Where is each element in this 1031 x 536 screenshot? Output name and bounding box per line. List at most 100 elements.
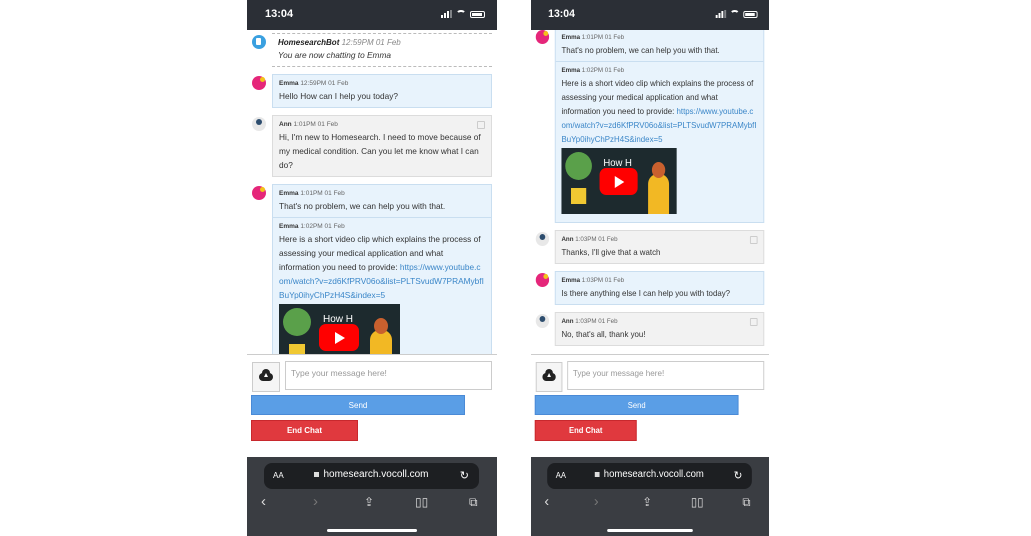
- youtube-play-icon[interactable]: [599, 168, 638, 195]
- message-group: Ann 1:01PM 01 Feb Hi, I'm new to Homesear…: [247, 115, 497, 177]
- tabs-icon[interactable]: ⧉: [742, 495, 750, 510]
- video-thumbnail[interactable]: How H: [279, 304, 400, 354]
- message-text: That's no problem, we can help you with …: [279, 199, 485, 213]
- message-bubble: Emma 1:01PM 01 Feb That's no problem, we …: [272, 184, 492, 354]
- message-text: Here is a short video clip which explain…: [561, 76, 757, 146]
- message-bubble: Emma 12:59PM 01 Feb Hello How can I help …: [272, 74, 492, 108]
- message-time: 12:59PM 01 Feb: [298, 80, 349, 87]
- status-time: 13:04: [548, 8, 575, 20]
- video-thumbnail[interactable]: How H: [561, 148, 677, 214]
- message-bubble: Ann 1:03PM 01 Feb Thanks, I'll give that …: [554, 230, 765, 264]
- bookmarks-icon[interactable]: ▯▯: [415, 495, 428, 509]
- status-time: 13:04: [265, 8, 294, 20]
- edit-icon[interactable]: [749, 236, 758, 244]
- forward-icon[interactable]: ›: [313, 493, 318, 510]
- reload-icon[interactable]: ↻: [734, 469, 743, 482]
- agent-avatar: [535, 273, 550, 287]
- user-avatar: [252, 117, 266, 131]
- sender-name: Ann: [279, 121, 292, 128]
- youtube-play-icon[interactable]: [319, 324, 359, 351]
- share-icon[interactable]: ⇪: [364, 495, 374, 509]
- message-group: Emma 1:01PM 01 Feb That's no problem, we …: [531, 30, 769, 223]
- agent-avatar: [535, 30, 550, 44]
- chat-transcript[interactable]: Emma 1:01PM 01 Feb That's no problem, we …: [531, 30, 769, 355]
- message: Emma 1:03PM 01 Feb Is there anything else…: [556, 272, 764, 304]
- sender-name: Emma: [561, 67, 581, 74]
- message-meta: Ann 1:03PM 01 Feb: [561, 235, 757, 245]
- upload-button[interactable]: [535, 362, 563, 392]
- sender-name: Emma: [279, 190, 299, 197]
- lock-icon: [595, 472, 600, 477]
- message-time: 1:02PM 01 Feb: [580, 67, 625, 74]
- tabs-icon[interactable]: ⧉: [469, 495, 478, 510]
- address-bar[interactable]: AA homesearch.vocoll.com ↻: [547, 463, 752, 489]
- upload-button[interactable]: [252, 362, 280, 392]
- browser-toolbar: AA homesearch.vocoll.com ↻ ‹ › ⇪ ▯▯ ⧉: [531, 457, 769, 536]
- message-body: That's no problem, we can help you with …: [279, 201, 446, 211]
- person-illustration: [648, 174, 670, 214]
- url-text: homesearch.vocoll.com: [603, 469, 704, 480]
- reload-icon[interactable]: ↻: [460, 469, 469, 482]
- message-meta: Emma 1:03PM 01 Feb: [561, 276, 757, 286]
- bookmarks-icon[interactable]: ▯▯: [691, 495, 704, 509]
- send-button[interactable]: Send: [534, 395, 739, 415]
- message-text: Thanks, I'll give that a watch: [561, 245, 757, 259]
- message-text: Is there anything else I can help you wi…: [561, 286, 757, 300]
- message-text: Hello How can I help you today?: [279, 89, 485, 103]
- message-group: Emma 12:59PM 01 Feb Hello How can I help …: [247, 74, 497, 108]
- message-time: 1:02PM 01 Feb: [298, 223, 345, 230]
- message: HomesearchBot 12:59PM 01 Feb You are now …: [272, 34, 492, 66]
- message-body: You are now chatting to Emma: [278, 50, 391, 60]
- wifi-icon: [456, 10, 466, 18]
- person-head: [651, 162, 666, 178]
- house-illustration: [570, 188, 587, 204]
- home-indicator: [607, 529, 693, 532]
- sender-name: Ann: [561, 318, 574, 325]
- forward-icon[interactable]: ›: [594, 493, 599, 510]
- message-time: 1:01PM 01 Feb: [298, 190, 345, 197]
- message: Ann 1:01PM 01 Feb Hi, I'm new to Homesear…: [273, 116, 491, 176]
- end-chat-button[interactable]: End Chat: [534, 420, 637, 441]
- message-input[interactable]: Type your message here!: [567, 361, 765, 390]
- message-input[interactable]: Type your message here!: [285, 361, 492, 390]
- message-bubble: Emma 1:01PM 01 Feb That's no problem, we …: [554, 30, 765, 223]
- message: Emma 1:01PM 01 Feb That's no problem, we …: [556, 30, 764, 61]
- back-icon[interactable]: ‹: [544, 493, 549, 510]
- user-avatar: [535, 314, 550, 328]
- message-body: That's no problem, we can help you with …: [561, 45, 720, 55]
- message: Emma 1:01PM 01 Feb That's no problem, we …: [273, 185, 491, 217]
- cloud-upload-icon: [259, 369, 273, 381]
- message-meta: Emma 1:01PM 01 Feb: [279, 189, 485, 199]
- message-group: Emma 1:01PM 01 Feb That's no problem, we …: [247, 184, 497, 354]
- message-time: 1:03PM 01 Feb: [580, 277, 625, 284]
- send-button[interactable]: Send: [251, 395, 465, 415]
- address-bar[interactable]: AA homesearch.vocoll.com ↻: [264, 463, 479, 489]
- message-text: That's no problem, we can help you with …: [561, 43, 757, 57]
- battery-icon: [470, 10, 485, 18]
- chat-messages: HomesearchBot 12:59PM 01 Feb You are now …: [247, 33, 497, 354]
- message-meta: Emma 1:01PM 01 Feb: [561, 33, 757, 43]
- status-bar: 13:04: [531, 0, 769, 30]
- message-time: 1:03PM 01 Feb: [573, 318, 618, 325]
- edit-icon[interactable]: [749, 318, 758, 326]
- signal-icon: [441, 10, 452, 18]
- back-icon[interactable]: ‹: [261, 493, 266, 510]
- message-bubble: Emma 1:03PM 01 Feb Is there anything else…: [554, 271, 765, 305]
- sender-name: Ann: [561, 236, 574, 243]
- message-body: Thanks, I'll give that a watch: [561, 247, 661, 257]
- agent-avatar: [252, 76, 266, 90]
- house-illustration: [289, 344, 305, 354]
- edit-icon[interactable]: [477, 121, 485, 129]
- message-meta: Emma 1:02PM 01 Feb: [279, 222, 485, 232]
- signal-icon: [715, 10, 727, 18]
- message-bubble: HomesearchBot 12:59PM 01 Feb You are now …: [272, 33, 492, 67]
- url-text: homesearch.vocoll.com: [323, 469, 429, 480]
- message: Emma 12:59PM 01 Feb Hello How can I help …: [273, 75, 491, 107]
- logo-circle: [565, 152, 592, 180]
- end-chat-button[interactable]: End Chat: [251, 420, 358, 441]
- chat-messages: Emma 1:01PM 01 Feb That's no problem, we …: [531, 30, 769, 353]
- chat-transcript[interactable]: HomesearchBot 12:59PM 01 Feb You are now …: [247, 30, 497, 355]
- message-group: Emma 1:03PM 01 Feb Is there anything else…: [531, 271, 769, 305]
- status-bar: 13:04: [247, 0, 497, 30]
- share-icon[interactable]: ⇪: [642, 495, 652, 509]
